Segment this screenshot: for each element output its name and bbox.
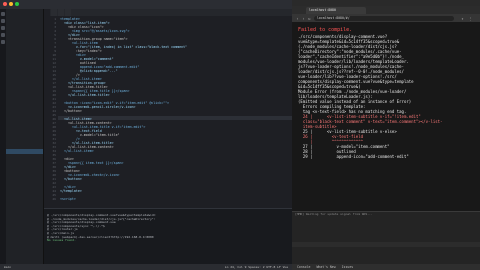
desktop: 1 <template> 2 <div class="list-item"> 3 <d… bbox=[0, 0, 480, 270]
extensions-icon[interactable] bbox=[1, 40, 5, 44]
console-input[interactable] bbox=[292, 242, 480, 247]
code-line[interactable]: </button> bbox=[60, 177, 82, 181]
code-line[interactable]: </ul-list-item-title> bbox=[60, 93, 110, 97]
explorer-sidebar bbox=[6, 9, 44, 270]
compile-error-overlay: Failed to compile. ./src/components/disp… bbox=[292, 22, 480, 211]
source-control-icon[interactable] bbox=[1, 26, 5, 30]
devtools-drawer-tabs: Console What's New Issues bbox=[292, 264, 480, 270]
code-line[interactable]: <script> bbox=[60, 197, 76, 201]
error-line: 29 | append-icon="add-comment-edit" bbox=[298, 154, 409, 159]
browser-tab-strip: localhost:8080 bbox=[292, 6, 480, 14]
terminal-panel: @ ./src/components/display-comment.vue?v… bbox=[44, 208, 292, 264]
code-editor[interactable]: 1 <template> 2 <div class="list-item"> 3 <d… bbox=[44, 16, 292, 208]
menu-icon[interactable]: ⋮ bbox=[468, 16, 473, 21]
window-controls bbox=[3, 2, 19, 6]
close-window-button[interactable] bbox=[3, 2, 7, 6]
debug-icon[interactable] bbox=[1, 33, 5, 37]
devtools-tab[interactable]: What's New bbox=[316, 264, 335, 270]
editor-tab[interactable] bbox=[65, 9, 71, 16]
status-bar: main Ln 24, Col 9 Spaces: 2 UTF-8 LF Vue bbox=[0, 264, 292, 270]
forward-icon[interactable]: › bbox=[301, 16, 306, 21]
minimize-window-button[interactable] bbox=[9, 2, 13, 6]
devtools-console: [HMR] Waiting for update signal from WDS… bbox=[292, 211, 480, 264]
browser-toolbar: ‹ › ↻ localhost:8080/#/ ✦ ⋮ bbox=[292, 14, 480, 22]
code-line[interactable]: </ul-list-item> bbox=[60, 149, 94, 153]
status-info: Ln 24, Col 9 Spaces: 2 UTF-8 LF Vue bbox=[224, 265, 288, 269]
explorer-item[interactable] bbox=[6, 254, 43, 259]
zoom-window-button[interactable] bbox=[15, 2, 19, 6]
status-branch[interactable]: main bbox=[4, 264, 11, 270]
code-line[interactable]: </template> bbox=[60, 189, 82, 193]
editor-tab-bar bbox=[44, 9, 292, 16]
search-icon[interactable] bbox=[1, 19, 5, 23]
vscode-titlebar bbox=[0, 0, 292, 9]
vscode-window: 1 <template> 2 <div class="list-item"> 3 <d… bbox=[0, 0, 292, 270]
extensions-icon[interactable]: ✦ bbox=[460, 16, 465, 21]
reload-icon[interactable]: ↻ bbox=[307, 16, 312, 21]
back-icon[interactable]: ‹ bbox=[295, 16, 300, 21]
editor-tab[interactable] bbox=[58, 9, 64, 16]
line-number: 46 bbox=[52, 197, 56, 201]
editor-tab[interactable] bbox=[44, 9, 50, 16]
console-message: [HMR] Waiting for update signal from WDS… bbox=[295, 212, 373, 216]
error-title: Failed to compile. bbox=[298, 27, 353, 33]
code-line[interactable]: </button> bbox=[60, 109, 82, 113]
browser-window: localhost:8080 ‹ › ↻ localhost:8080/#/ ✦… bbox=[292, 0, 480, 270]
editor-tab[interactable] bbox=[51, 9, 57, 16]
address-bar[interactable]: localhost:8080/#/ bbox=[314, 15, 454, 21]
explorer-icon[interactable] bbox=[1, 12, 5, 16]
devtools-tab[interactable]: Issues bbox=[342, 264, 354, 270]
current-line-highlight bbox=[58, 116, 292, 120]
terminal-output[interactable]: @ ./src/components/display-comment.vue?v… bbox=[44, 214, 292, 243]
terminal-line: No issues found. bbox=[47, 239, 76, 243]
devtools-tab[interactable]: Console bbox=[297, 264, 310, 270]
browser-tab[interactable]: localhost:8080 bbox=[306, 7, 366, 14]
